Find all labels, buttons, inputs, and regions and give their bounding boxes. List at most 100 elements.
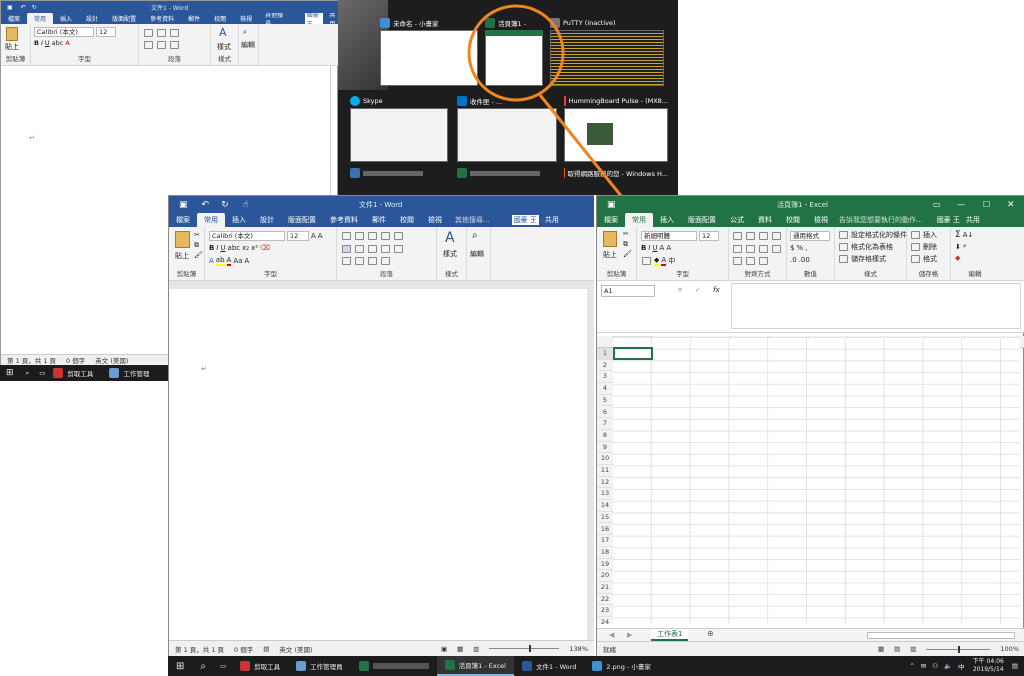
print-layout-icon[interactable]: ▦ (457, 645, 463, 653)
row-header[interactable]: 8 (597, 430, 613, 442)
align-left-icon[interactable] (733, 245, 742, 253)
active-cell-a1[interactable] (613, 347, 653, 360)
excel-paste-button[interactable]: 貼上 (603, 250, 617, 260)
insert-function-icon[interactable]: fx (713, 286, 720, 294)
italic-icon[interactable]: I (216, 244, 218, 252)
sort-filter-icon[interactable]: A↓ (963, 231, 974, 239)
language[interactable]: 英文 (美國) (279, 644, 312, 654)
paste-icon[interactable] (175, 231, 190, 248)
excel-tab-layout[interactable]: 版面配置 (681, 213, 723, 227)
clear-icon[interactable]: A (244, 257, 249, 265)
cell-styles-button[interactable]: 儲存格樣式 (851, 254, 886, 264)
styles-button[interactable]: 樣式 (443, 249, 457, 259)
align-right-icon[interactable] (759, 245, 768, 253)
word-user[interactable]: 國豪 王 (511, 215, 539, 225)
tab-layout[interactable]: 版面配置 (281, 213, 323, 227)
format-painter-icon[interactable]: 🖌 (194, 251, 203, 259)
format-painter-icon[interactable]: 🖌 (623, 250, 632, 258)
search-icon[interactable]: ⌕ (472, 230, 478, 241)
row-header[interactable]: 7 (597, 418, 613, 430)
mail-icon[interactable]: ✉ (921, 662, 926, 670)
numbering-icon[interactable] (355, 232, 364, 240)
change-case-icon[interactable]: Aa (233, 257, 242, 265)
tab-insert[interactable]: 插入 (225, 213, 253, 227)
format-as-table-button[interactable]: 格式化為表格 (851, 242, 893, 252)
cell-grid[interactable] (613, 337, 1020, 624)
grow-font-icon[interactable]: A (311, 232, 316, 240)
tab-mailings[interactable]: 郵件 (365, 213, 393, 227)
row-header[interactable]: 2 (597, 360, 613, 372)
network-icon[interactable]: ⚇ (932, 662, 938, 670)
row-header[interactable]: 10 (597, 453, 613, 465)
tab-home[interactable]: 常用 (197, 213, 225, 227)
row-header[interactable]: 17 (597, 535, 613, 547)
italic-icon[interactable]: I (648, 244, 650, 252)
grow-font-icon[interactable]: A (660, 244, 665, 252)
ime-indicator[interactable]: 中 (958, 661, 965, 671)
shrink-font-icon[interactable]: A (318, 232, 323, 240)
row-header[interactable]: 16 (597, 524, 613, 536)
format-button[interactable]: 格式 (923, 254, 937, 264)
undo-icon[interactable]: ↶ (202, 200, 210, 210)
decrease-decimal-icon[interactable]: .00 (799, 256, 810, 264)
name-box[interactable]: A1 (601, 285, 655, 297)
tab-view[interactable]: 檢視 (421, 213, 449, 227)
highlight-icon[interactable]: ab (215, 256, 225, 266)
strike-icon[interactable]: abc (228, 244, 241, 252)
increase-indent-icon[interactable] (394, 232, 403, 240)
row-header[interactable]: 11 (597, 465, 613, 477)
clock[interactable]: 下午 04:06 2019/5/14 (973, 658, 1004, 674)
row-header[interactable]: 9 (597, 442, 613, 454)
merge-icon[interactable] (772, 245, 781, 253)
comma-icon[interactable]: , (805, 244, 807, 252)
sheet-nav-left-icon[interactable]: ◀ (609, 631, 614, 639)
excel-tab-view[interactable]: 檢視 (807, 213, 835, 227)
row-header[interactable]: 22 (597, 594, 613, 606)
word-share[interactable]: 共用 (545, 215, 559, 225)
excel-user[interactable]: 國豪 王 (937, 215, 960, 225)
horizontal-scrollbar[interactable] (867, 632, 1015, 639)
tab-references[interactable]: 參考資料 (323, 213, 365, 227)
superscript-icon[interactable]: x² (251, 244, 258, 252)
taskbar-paint[interactable]: 2.png - 小畫家 (584, 656, 659, 676)
align-bottom-icon[interactable] (759, 232, 768, 240)
zoom-thumb[interactable] (958, 645, 961, 653)
shrink-font-icon[interactable]: A (666, 244, 671, 252)
enter-icon[interactable]: ✓ (695, 286, 701, 294)
font-color-icon[interactable]: A (661, 256, 667, 266)
indent-icon[interactable] (733, 257, 742, 265)
search-icon[interactable]: ⌕ (200, 661, 206, 672)
tray-chevron-icon[interactable]: ⌃ (909, 662, 914, 670)
cut-icon[interactable]: ✂ (194, 231, 200, 239)
text-effects-icon[interactable]: A (209, 257, 214, 265)
task-view-icon[interactable]: ▭ (220, 662, 226, 670)
taskbar-word[interactable]: 文件1 - Word (514, 656, 584, 676)
font-name-select[interactable]: Calibri (本文) (209, 231, 285, 241)
row-header[interactable]: 18 (597, 547, 613, 559)
formula-input[interactable] (731, 283, 1021, 329)
currency-icon[interactable]: $ (790, 244, 794, 252)
bullets-icon[interactable] (342, 232, 351, 240)
bold-icon[interactable]: B (641, 244, 646, 252)
zoom-slider[interactable] (489, 645, 560, 652)
proofing-icon[interactable]: ▤ (263, 645, 269, 653)
row-header[interactable]: 15 (597, 512, 613, 524)
excel-tab-file[interactable]: 檔案 (597, 213, 625, 227)
read-mode-icon[interactable]: ▣ (441, 645, 447, 653)
volume-icon[interactable]: 🔈 (944, 662, 952, 670)
fill-color-icon[interactable]: ◆ (654, 256, 660, 266)
font-color-icon[interactable]: A (226, 256, 232, 266)
page-break-icon[interactable]: ▥ (910, 645, 916, 653)
excel-zoom-slider[interactable] (926, 645, 991, 653)
number-format-select[interactable]: 通用格式 (790, 231, 830, 241)
align-center-icon[interactable] (355, 245, 364, 253)
word-zoom[interactable]: 138% (569, 645, 588, 653)
excel-tab-review[interactable]: 校閱 (779, 213, 807, 227)
bold-icon[interactable]: B (209, 244, 214, 252)
underline-icon[interactable]: U (652, 244, 657, 252)
delete-button[interactable]: 刪除 (923, 242, 937, 252)
shading-icon[interactable] (342, 257, 351, 265)
tab-review[interactable]: 校閱 (393, 213, 421, 227)
line-spacing-icon[interactable] (394, 245, 403, 253)
excel-tab-insert[interactable]: 插入 (653, 213, 681, 227)
